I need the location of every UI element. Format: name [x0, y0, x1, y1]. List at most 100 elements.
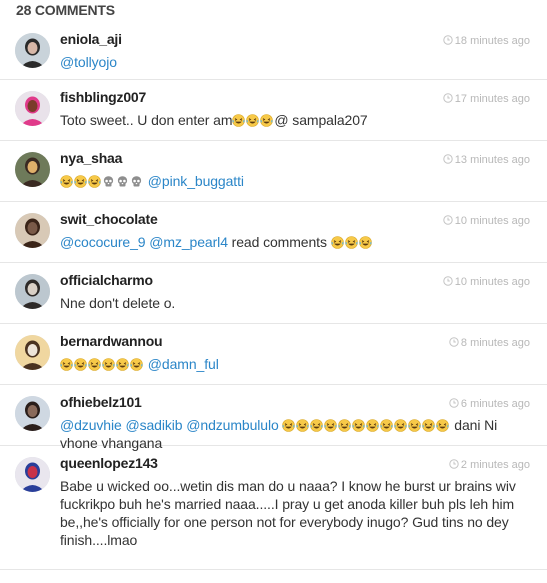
avatar[interactable]: [15, 274, 50, 309]
comment-text-segment: Babe u wicked oo...wetin dis man do u na…: [60, 478, 520, 548]
comment-text: Toto sweet.. U don enter am @ sampala207: [60, 111, 533, 129]
clock-icon: [443, 93, 453, 103]
timestamp-text: 17 minutes ago: [454, 93, 530, 105]
comment-text: @pink_buggatti: [60, 172, 533, 190]
comment-username[interactable]: officialcharmo: [60, 272, 153, 288]
avatar[interactable]: [15, 457, 50, 492]
mention-link[interactable]: @sadikib: [125, 417, 182, 433]
laughing-emoji-icon: [408, 419, 422, 432]
clock-icon: [443, 276, 453, 286]
laughing-emoji-icon: [60, 175, 73, 188]
mention-link[interactable]: @damn_ful: [148, 356, 219, 372]
laughing-emoji-icon: [296, 419, 310, 432]
clock-icon: [443, 215, 453, 225]
laughing-emoji-icon: [330, 236, 344, 249]
laughing-emoji-icon: [130, 358, 143, 371]
timestamp-text: 13 minutes ago: [454, 154, 530, 166]
comment-list: eniola_aji 18 minutes ago @tollyojo fishbli…: [0, 22, 547, 570]
clock-icon: [449, 337, 459, 347]
skull-emoji-icon: [102, 175, 115, 188]
skull-emoji-icon: [116, 175, 129, 188]
comment-item: nya_shaa 13 minutes ago @pink_buggatti: [0, 141, 547, 202]
comment-text-segment: Toto sweet.. U don enter am: [60, 112, 233, 128]
comment-username[interactable]: nya_shaa: [60, 150, 122, 166]
comment-text: @damn_ful: [60, 355, 533, 373]
comment-item: ofhiebelz101 6 minutes ago @dzuvhie @sadik…: [0, 385, 547, 451]
comment-timestamp: 18 minutes ago: [443, 35, 530, 47]
avatar[interactable]: [15, 91, 50, 126]
laughing-emoji-icon: [436, 419, 450, 432]
avatar[interactable]: [15, 335, 50, 370]
mention-link[interactable]: @ndzumbululo: [186, 417, 279, 433]
comment-text: Nne don't delete o.: [60, 294, 533, 312]
comment-username[interactable]: eniola_aji: [60, 31, 122, 47]
comment-username[interactable]: swit_chocolate: [60, 211, 158, 227]
laughing-emoji-icon: [232, 114, 246, 127]
avatar[interactable]: [15, 152, 50, 187]
comment-timestamp: 10 minutes ago: [443, 215, 530, 227]
laughing-emoji-icon: [358, 236, 372, 249]
timestamp-text: 2 minutes ago: [460, 459, 530, 471]
comment-text: Babe u wicked oo...wetin dis man do u na…: [60, 477, 533, 549]
clock-icon: [443, 35, 453, 45]
comment-timestamp: 13 minutes ago: [443, 154, 530, 166]
comment-username[interactable]: queenlopez143: [60, 455, 158, 471]
avatar[interactable]: [15, 396, 50, 431]
comment-item: eniola_aji 18 minutes ago @tollyojo: [0, 22, 547, 80]
timestamp-text: 6 minutes ago: [460, 398, 530, 410]
comment-item: officialcharmo 10 minutes ago Nne don't de…: [0, 263, 547, 324]
comment-text-segment: Nne don't delete o.: [60, 295, 176, 311]
comment-text-segment: @ sampala207: [274, 112, 368, 128]
laughing-emoji-icon: [88, 358, 101, 371]
comment-timestamp: 17 minutes ago: [443, 93, 530, 105]
avatar[interactable]: [15, 213, 50, 248]
clock-icon: [449, 398, 459, 408]
comment-username[interactable]: fishblingz007: [60, 89, 146, 105]
timestamp-text: 18 minutes ago: [454, 35, 530, 47]
comment-item: bernardwannou 8 minutes ago @damn_ful: [0, 324, 547, 385]
comments-count-heading: 28 COMMENTS: [16, 2, 115, 18]
laughing-emoji-icon: [102, 358, 115, 371]
laughing-emoji-icon: [74, 358, 87, 371]
laughing-emoji-icon: [60, 358, 73, 371]
comment-item: queenlopez143 2 minutes ago Babe u wicked …: [0, 446, 547, 570]
timestamp-text: 10 minutes ago: [454, 215, 530, 227]
mention-link[interactable]: @tollyojo: [60, 54, 117, 70]
mention-link[interactable]: @dzuvhie: [60, 417, 122, 433]
laughing-emoji-icon: [380, 419, 394, 432]
laughing-emoji-icon: [246, 114, 260, 127]
laughing-emoji-icon: [338, 419, 352, 432]
comment-username[interactable]: bernardwannou: [60, 333, 163, 349]
laughing-emoji-icon: [260, 114, 274, 127]
timestamp-text: 8 minutes ago: [460, 337, 530, 349]
comment-timestamp: 8 minutes ago: [449, 337, 530, 349]
mention-link[interactable]: @mz_pearl4: [149, 234, 228, 250]
mention-link[interactable]: @cococure_9: [60, 234, 146, 250]
comment-text: @cococure_9 @mz_pearl4 read comments: [60, 233, 533, 251]
laughing-emoji-icon: [366, 419, 380, 432]
skull-emoji-icon: [130, 175, 143, 188]
laughing-emoji-icon: [344, 236, 358, 249]
comment-item: swit_chocolate 10 minutes ago @cococure_9 …: [0, 202, 547, 263]
laughing-emoji-icon: [310, 419, 324, 432]
comment-username[interactable]: ofhiebelz101: [60, 394, 142, 410]
clock-icon: [443, 154, 453, 164]
avatar[interactable]: [15, 33, 50, 68]
laughing-emoji-icon: [74, 175, 87, 188]
comment-timestamp: 6 minutes ago: [449, 398, 530, 410]
laughing-emoji-icon: [324, 419, 338, 432]
laughing-emoji-icon: [394, 419, 408, 432]
comment-text: @tollyojo: [60, 53, 533, 71]
comment-timestamp: 10 minutes ago: [443, 276, 530, 288]
mention-link[interactable]: @pink_buggatti: [148, 173, 244, 189]
laughing-emoji-icon: [282, 419, 296, 432]
clock-icon: [449, 459, 459, 469]
laughing-emoji-icon: [116, 358, 129, 371]
laughing-emoji-icon: [352, 419, 366, 432]
timestamp-text: 10 minutes ago: [454, 276, 530, 288]
laughing-emoji-icon: [422, 419, 436, 432]
comment-timestamp: 2 minutes ago: [449, 459, 530, 471]
comment-text-segment: read comments: [227, 234, 331, 250]
laughing-emoji-icon: [88, 175, 101, 188]
comment-item: fishblingz007 17 minutes ago Toto sweet.. …: [0, 80, 547, 141]
